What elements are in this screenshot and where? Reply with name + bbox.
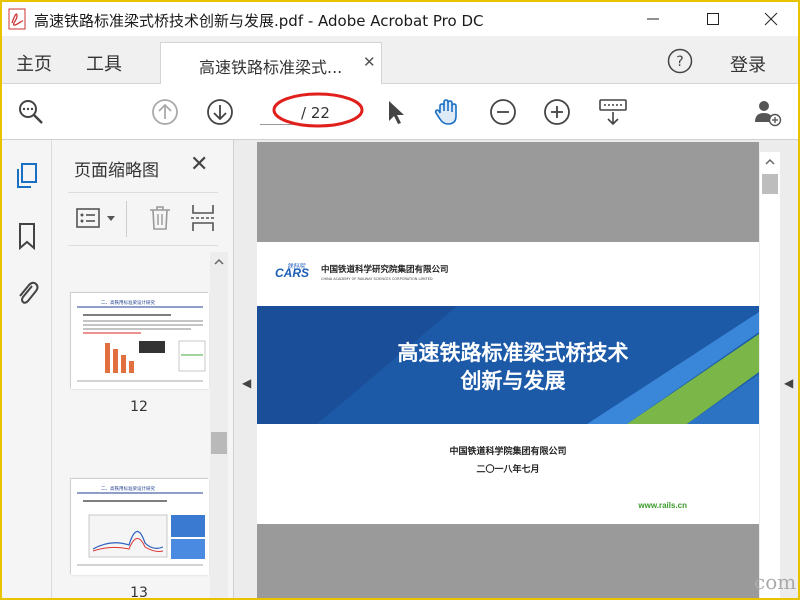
acrobat-window: 高速铁路标准梁式桥技术创新与发展.pdf - Adobe Acrobat Pro… (2, 2, 798, 598)
zoom-out-icon[interactable] (488, 97, 518, 127)
slide-date: 二〇一八年七月 (476, 463, 539, 475)
slide-graphic: 铁科院 CARS 中国铁道科学研究院集团有限公司 CHINA ACADEMY O… (257, 242, 759, 524)
thumbnail-number-13: 13 (130, 585, 148, 598)
collapse-right-icon[interactable]: ◀ (784, 376, 793, 390)
thumbnail-page-13[interactable]: 二、高铁用标准梁设计研究 (70, 478, 209, 575)
company-en: CHINA ACADEMY OF RAILWAY SCIENCES CORPOR… (321, 277, 433, 281)
thumbnail-scrollbar[interactable] (210, 252, 228, 598)
prev-page-icon[interactable] (150, 97, 180, 127)
thumbnail-13-content: 二、高铁用标准梁设计研究 (71, 479, 209, 575)
thumbnail-page-12[interactable]: 二、高铁用标准梁设计研究 (70, 292, 209, 389)
add-user-icon[interactable] (752, 97, 782, 127)
crop-icon[interactable] (190, 203, 216, 233)
attachment-icon[interactable] (14, 278, 40, 306)
login-button[interactable]: 登录 (730, 51, 766, 77)
page-thumbnails-icon[interactable] (14, 162, 40, 190)
toolbar: / 22 (2, 84, 798, 140)
menu-tab-bar: 主页 工具 高速铁路标准梁式... ✕ ? 登录 (2, 36, 798, 84)
thumbnail-scroll-thumb[interactable] (211, 432, 227, 454)
keyboard-icon[interactable] (598, 97, 628, 127)
next-page-icon[interactable] (205, 97, 235, 127)
watermark: com (754, 570, 797, 594)
thumb-heading: 二、高铁用标准梁设计研究 (101, 299, 155, 306)
document-view: ◀ ◀ 铁科院 CARS 中国铁道科学研究院集团有限公司 CHINA ACADE… (234, 140, 798, 598)
bookmark-icon[interactable] (14, 222, 40, 250)
maximize-icon (707, 13, 719, 25)
tools-tab[interactable]: 工具 (86, 50, 122, 76)
collapse-left-icon[interactable]: ◀ (242, 376, 251, 390)
doc-scroll-up-icon[interactable] (765, 158, 775, 166)
select-cursor-icon[interactable] (380, 97, 410, 127)
panel-toolbar (68, 192, 218, 246)
thumbnail-12-content: 二、高铁用标准梁设计研究 (71, 293, 209, 389)
thumbnail-panel: 页面缩略图 ✕ 二、高铁用标准梁设计研究 12 二、高铁用标准梁设计研究 13 (52, 140, 234, 598)
slide-url: www.rails.cn (637, 501, 687, 510)
svg-text:?: ? (676, 54, 683, 70)
thumbnail-number-12: 12 (130, 399, 148, 415)
document-scrollbar[interactable] (760, 152, 780, 598)
home-tab[interactable]: 主页 (16, 50, 52, 76)
navigation-pane-bar (2, 140, 52, 598)
help-icon[interactable]: ? (667, 48, 693, 74)
panel-close-icon[interactable]: ✕ (190, 152, 208, 177)
window-title: 高速铁路标准梁式桥技术创新与发展.pdf - Adobe Acrobat Pro… (34, 12, 484, 30)
dropdown-arrow-icon[interactable] (106, 215, 116, 223)
thumb-heading: 二、高铁用标准梁设计研究 (101, 485, 155, 492)
red-annotation-ellipse (272, 92, 364, 128)
slide-title-line1: 高速铁路标准梁式桥技术 (398, 341, 629, 365)
close-icon (764, 12, 778, 26)
doc-scroll-thumb[interactable] (762, 174, 778, 194)
hand-tool-icon[interactable] (432, 97, 462, 127)
title-bar: 高速铁路标准梁式桥技术创新与发展.pdf - Adobe Acrobat Pro… (2, 2, 798, 36)
title-slide: 铁科院 CARS 中国铁道科学研究院集团有限公司 CHINA ACADEMY O… (257, 242, 759, 524)
minimize-button[interactable] (630, 2, 676, 36)
maximize-button[interactable] (690, 2, 736, 36)
zoom-search-icon[interactable] (16, 97, 46, 127)
scroll-up-icon[interactable] (214, 258, 224, 266)
document-tab[interactable]: 高速铁路标准梁式... ✕ (160, 42, 382, 84)
zoom-in-icon[interactable] (542, 97, 572, 127)
toolbar-divider (126, 201, 127, 237)
document-tab-close-icon[interactable]: ✕ (363, 53, 376, 71)
thumbnail-options-icon[interactable] (76, 206, 102, 230)
slide-title-line2: 创新与发展 (460, 369, 566, 393)
pdf-page: 铁科院 CARS 中国铁道科学研究院集团有限公司 CHINA ACADEMY O… (257, 142, 759, 598)
minimize-icon (647, 18, 659, 20)
close-window-button[interactable] (748, 2, 794, 36)
company-cn: 中国铁道科学研究院集团有限公司 (321, 264, 449, 275)
logo-cars: CARS (275, 266, 309, 280)
acrobat-icon (8, 8, 26, 30)
panel-title: 页面缩略图 (74, 161, 159, 181)
document-tab-label: 高速铁路标准梁式... (199, 58, 343, 77)
delete-icon[interactable] (148, 205, 172, 231)
slide-org: 中国铁道科学院集团有限公司 (449, 445, 566, 457)
